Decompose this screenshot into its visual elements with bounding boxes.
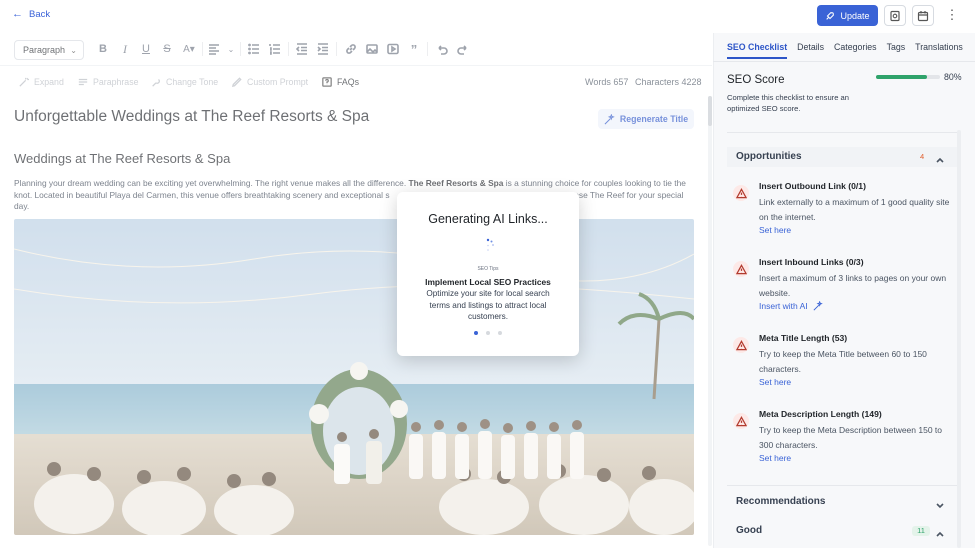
tab-tags[interactable]: Tags: [887, 42, 906, 58]
opportunity-item: Insert Outbound Link (0/1) Link external…: [727, 181, 957, 241]
more-options-icon[interactable]: ⋮: [944, 7, 960, 23]
update-button[interactable]: Update: [817, 5, 878, 26]
panel-scrollbar[interactable]: [957, 130, 961, 548]
insert-with-ai-label: Insert with AI: [759, 301, 808, 311]
calendar-icon: [917, 10, 929, 21]
tab-translations[interactable]: Translations: [915, 42, 963, 58]
insert-with-ai-link[interactable]: Insert with AI: [759, 301, 823, 311]
loading-spinner-icon: [481, 238, 495, 252]
opportunity-item: Meta Description Length (149) Try to kee…: [727, 409, 957, 469]
opportunity-item: Insert Inbound Links (0/3) Insert a maxi…: [727, 257, 957, 317]
chevron-up-icon[interactable]: [935, 526, 945, 537]
modal-title: Generating AI Links...: [428, 212, 548, 226]
back-label: Back: [29, 8, 51, 20]
back-link[interactable]: ← Back: [12, 8, 50, 20]
warning-icon: [733, 261, 749, 277]
tip-body: Optimize your site for local search term…: [426, 289, 550, 321]
set-here-link[interactable]: Set here: [759, 377, 791, 387]
panel-tabs: SEO Checklist Details Categories Tags Tr…: [727, 42, 963, 59]
opportunities-title: Opportunities: [736, 151, 802, 162]
good-count-badge: 11: [912, 526, 930, 536]
tip-dot[interactable]: [486, 331, 490, 335]
set-here-link[interactable]: Set here: [759, 453, 791, 463]
opportunities-count: 4: [920, 152, 925, 161]
opportunity-title: Insert Outbound Link (0/1): [759, 181, 866, 191]
arrow-left-icon: ←: [12, 8, 23, 20]
opportunity-title: Meta Title Length (53): [759, 333, 848, 343]
tip-title: Implement Local SEO Practices: [425, 277, 551, 287]
generating-links-modal: Generating AI Links... SEO Tips Implemen…: [397, 192, 579, 356]
document-preview-icon: [890, 10, 900, 21]
tip-dot[interactable]: [474, 331, 478, 335]
warning-icon: [733, 337, 749, 353]
section-divider: [727, 132, 957, 133]
good-title[interactable]: Good: [736, 525, 762, 536]
tip-pagination: [397, 331, 579, 335]
chevron-up-icon[interactable]: [935, 152, 945, 163]
section-divider: [727, 485, 957, 486]
update-label: Update: [840, 10, 870, 21]
schedule-button[interactable]: [912, 5, 934, 26]
opportunity-description: Link externally to a maximum of 1 good q…: [759, 197, 950, 222]
tab-categories[interactable]: Categories: [834, 42, 877, 58]
seo-score-percent: 80%: [944, 72, 962, 82]
warning-icon: [733, 185, 749, 201]
modal-backdrop: [0, 33, 713, 548]
seo-score-description: Complete this checklist to ensure an opt…: [727, 93, 849, 113]
seo-score-fill: [876, 75, 928, 79]
opportunity-description: Insert a maximum of 3 links to pages on …: [759, 273, 947, 298]
chevron-down-icon[interactable]: [935, 497, 945, 509]
set-here-link[interactable]: Set here: [759, 225, 791, 235]
set-here-label: Set here: [759, 453, 792, 463]
rocket-icon: [826, 11, 835, 20]
seo-tips-label: SEO Tips: [477, 266, 499, 272]
tip-dot[interactable]: [498, 331, 502, 335]
opportunity-description: Try to keep the Meta Title between 60 to…: [759, 349, 927, 374]
tab-details[interactable]: Details: [797, 42, 824, 58]
recommendations-title[interactable]: Recommendations: [736, 496, 825, 507]
opportunity-title: Insert Inbound Links (0/3): [759, 257, 864, 267]
opportunity-description: Try to keep the Meta Description between…: [759, 425, 943, 450]
sparkle-icon: [813, 301, 823, 311]
set-here-label: Set here: [759, 225, 792, 235]
tab-seo-checklist[interactable]: SEO Checklist: [727, 42, 788, 59]
preview-button[interactable]: [884, 5, 906, 26]
seo-score-label: SEO Score: [727, 74, 785, 86]
opportunity-title: Meta Description Length (149): [759, 409, 882, 419]
warning-icon: [733, 413, 749, 429]
opportunity-item: Meta Title Length (53) Try to keep the M…: [727, 333, 957, 393]
set-here-label: Set here: [759, 377, 792, 387]
tabs-divider: [713, 61, 975, 62]
